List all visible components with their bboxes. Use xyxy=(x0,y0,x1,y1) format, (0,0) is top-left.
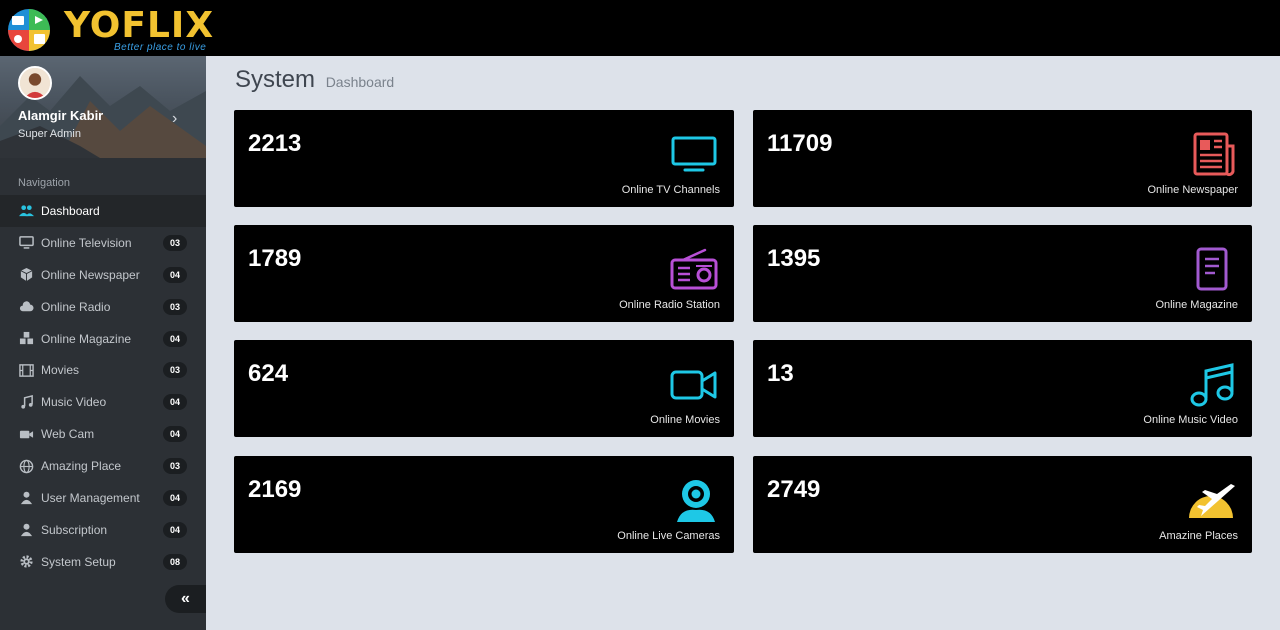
count-badge: 03 xyxy=(163,362,187,379)
stat-value: 1789 xyxy=(248,245,302,272)
video-camera-icon xyxy=(670,370,717,400)
stat-label: Online Live Cameras xyxy=(617,530,720,542)
gear-icon xyxy=(18,554,34,570)
count-badge: 04 xyxy=(163,330,187,347)
sidebar-item-label: Online Newspaper xyxy=(41,267,140,282)
stat-label: Online Music Video xyxy=(1143,414,1238,426)
avatar[interactable] xyxy=(18,66,52,100)
film-icon xyxy=(18,362,34,378)
sidebar: Alamgir Kabir Super Admin › Navigation D… xyxy=(0,56,206,630)
cube-icon xyxy=(18,267,34,283)
stat-label: Online TV Channels xyxy=(621,184,720,196)
sidebar-item-label: Online Radio xyxy=(41,299,111,314)
sidebar-item-label: Subscription xyxy=(41,522,108,537)
stat-label: Online Magazine xyxy=(1155,299,1238,311)
document-icon xyxy=(1196,247,1228,291)
stat-value: 624 xyxy=(248,360,289,387)
sidebar-item-label: User Management xyxy=(41,490,140,505)
video-icon xyxy=(18,426,34,442)
sidebar-item-label: Online Magazine xyxy=(41,331,132,346)
stat-value: 2213 xyxy=(248,130,302,157)
sidebar-item-movies[interactable]: Movies 03 xyxy=(0,354,206,386)
sidebar-item-label: Dashboard xyxy=(41,203,100,218)
user-name: Alamgir Kabir xyxy=(18,108,104,123)
music-note-icon xyxy=(1190,363,1234,407)
page-subtitle: Dashboard xyxy=(325,74,395,90)
count-badge: 04 xyxy=(163,490,187,507)
airplane-sun-icon xyxy=(1189,484,1235,518)
count-badge: 03 xyxy=(163,458,187,475)
count-badge: 04 xyxy=(163,521,187,538)
stat-value: 1395 xyxy=(767,245,821,272)
page-title: System Dashboard xyxy=(235,66,394,94)
sidebar-item-online-radio[interactable]: Online Radio 03 xyxy=(0,291,206,323)
sidebar-item-online-newspaper[interactable]: Online Newspaper 04 xyxy=(0,259,206,291)
stat-value: 2169 xyxy=(248,476,302,503)
sidebar-item-label: Web Cam xyxy=(41,427,95,442)
stat-label: Online Movies xyxy=(650,414,720,426)
brand-name: YOFLIX xyxy=(64,5,215,46)
count-badge: 03 xyxy=(163,298,187,315)
user-icon xyxy=(18,490,34,506)
radio-icon xyxy=(670,248,718,290)
count-badge: 04 xyxy=(163,394,187,411)
music-icon xyxy=(18,394,34,410)
page-title-text: System xyxy=(235,66,316,93)
webcam-icon xyxy=(677,480,715,522)
users-icon xyxy=(18,203,34,219)
logo-icon xyxy=(8,9,50,51)
chevron-right-icon[interactable]: › xyxy=(172,110,177,128)
sidebar-item-label: Amazing Place xyxy=(41,459,122,474)
stat-value: 13 xyxy=(767,360,794,387)
stat-label: Amazine Places xyxy=(1159,530,1238,542)
navigation-heading: Navigation xyxy=(18,177,70,189)
stat-value: 2749 xyxy=(767,476,821,503)
sidebar-item-online-magazine[interactable]: Online Magazine 04 xyxy=(0,323,206,355)
collapse-sidebar-button[interactable]: « xyxy=(165,585,206,613)
sidebar-item-label: Music Video xyxy=(41,395,107,410)
sidebar-item-label: Movies xyxy=(41,363,80,378)
count-badge: 08 xyxy=(163,553,187,570)
newspaper-icon xyxy=(1193,132,1235,177)
count-badge: 04 xyxy=(163,266,187,283)
stat-label: Online Radio Station xyxy=(619,299,720,311)
sidebar-item-dashboard[interactable]: Dashboard xyxy=(0,195,206,227)
stat-card-magazine[interactable]: 1395 Online Magazine xyxy=(753,225,1252,322)
stat-card-live-cameras[interactable]: 2169 Online Live Cameras xyxy=(234,456,734,553)
cloud-icon xyxy=(18,299,34,315)
sidebar-item-amazing-place[interactable]: Amazing Place 03 xyxy=(0,450,206,482)
sidebar-item-label: Online Television xyxy=(41,235,132,250)
sidebar-item-system-setup[interactable]: System Setup 08 xyxy=(0,546,206,578)
top-bar: YOFLIX Better place to live xyxy=(0,0,1280,56)
user-icon xyxy=(18,522,34,538)
sidebar-nav: Dashboard Online Television 03 Online Ne… xyxy=(0,195,206,578)
sidebar-item-music-video[interactable]: Music Video 04 xyxy=(0,386,206,418)
tv-icon xyxy=(671,136,717,172)
monitor-icon xyxy=(18,235,34,251)
sidebar-item-online-television[interactable]: Online Television 03 xyxy=(0,227,206,259)
stat-card-radio[interactable]: 1789 Online Radio Station xyxy=(234,225,734,322)
count-badge: 03 xyxy=(163,234,187,251)
stat-card-tv-channels[interactable]: 2213 Online TV Channels xyxy=(234,110,734,207)
stat-card-music-video[interactable]: 13 Online Music Video xyxy=(753,340,1252,437)
count-badge: 04 xyxy=(163,426,187,443)
sidebar-item-web-cam[interactable]: Web Cam 04 xyxy=(0,418,206,450)
user-profile-panel[interactable]: Alamgir Kabir Super Admin › xyxy=(0,56,206,158)
stat-card-movies[interactable]: 624 Online Movies xyxy=(234,340,734,437)
brand-tagline: Better place to live xyxy=(114,42,207,53)
stat-value: 11709 xyxy=(767,130,833,157)
stat-card-newspaper[interactable]: 11709 Online Newspaper xyxy=(753,110,1252,207)
sidebar-item-user-management[interactable]: User Management 04 xyxy=(0,482,206,514)
globe-icon xyxy=(18,458,34,474)
stat-label: Online Newspaper xyxy=(1147,184,1239,196)
cubes-icon xyxy=(18,331,34,347)
user-role: Super Admin xyxy=(18,128,81,140)
sidebar-item-subscription[interactable]: Subscription 04 xyxy=(0,514,206,546)
sidebar-item-label: System Setup xyxy=(41,554,116,569)
brand-logo[interactable]: YOFLIX Better place to live xyxy=(4,4,214,54)
stat-card-places[interactable]: 2749 Amazine Places xyxy=(753,456,1252,553)
